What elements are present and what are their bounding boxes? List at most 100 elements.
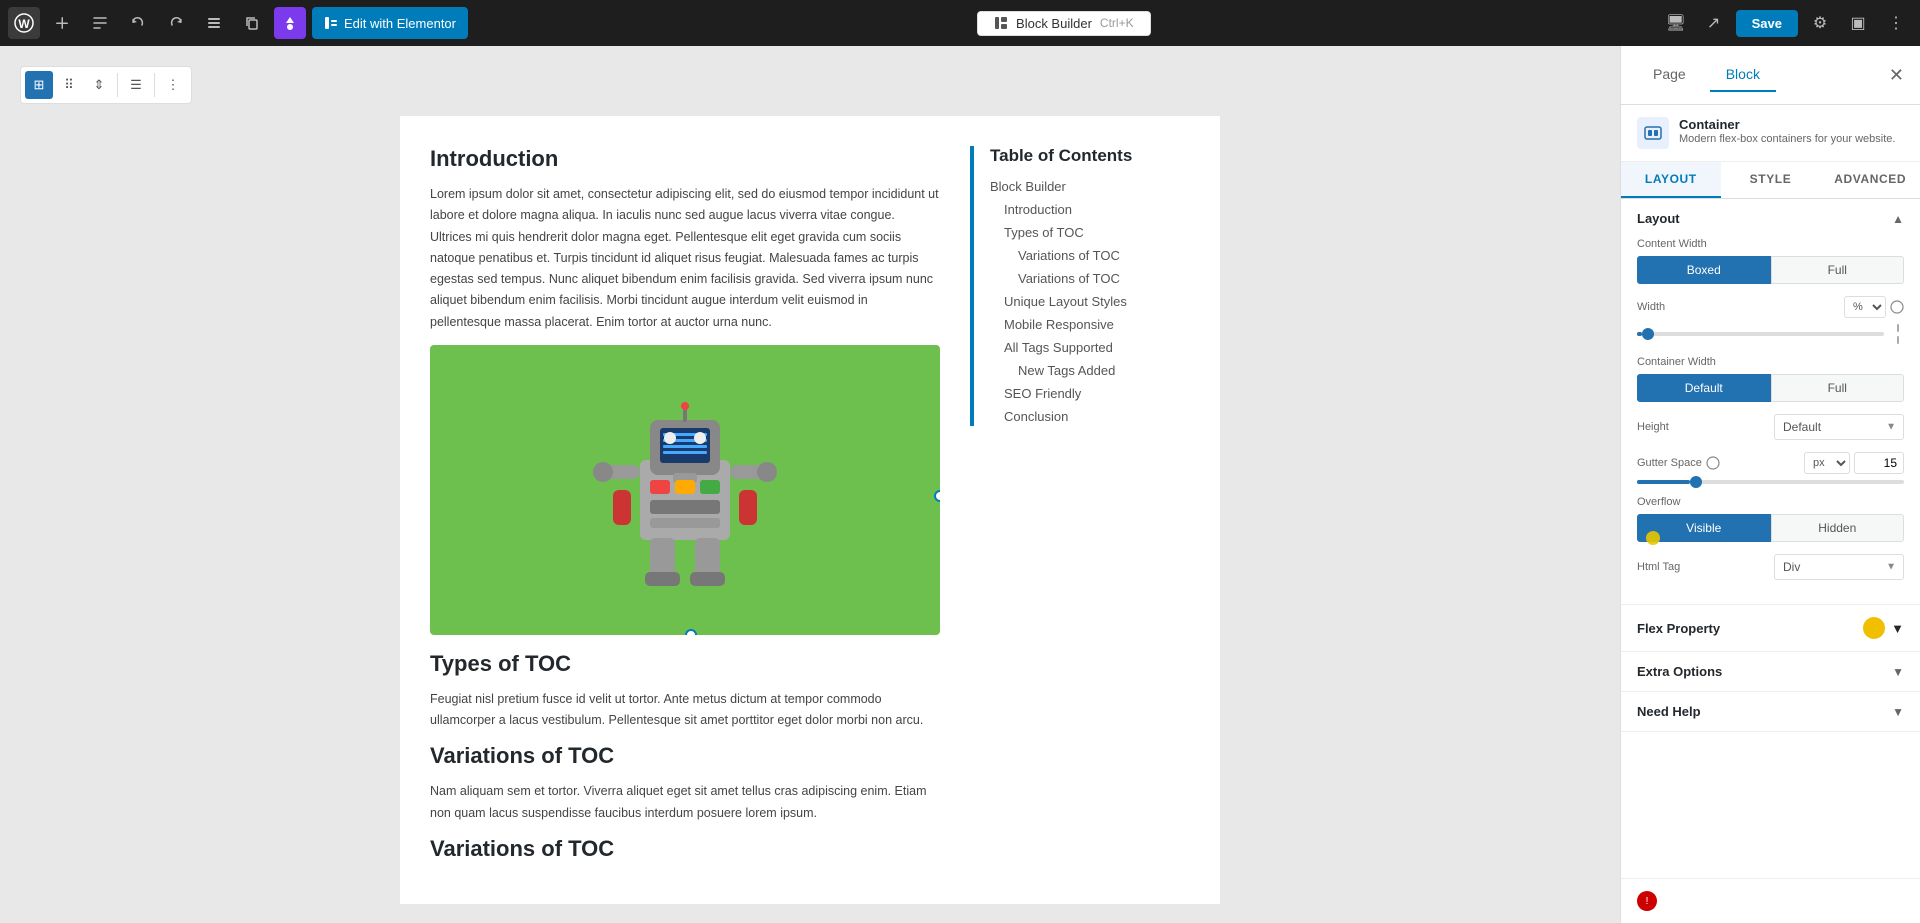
resize-handle-bottom[interactable] <box>685 629 697 635</box>
external-link-button[interactable]: ↗ <box>1698 7 1730 39</box>
purple-plugin-button[interactable] <box>274 7 306 39</box>
tab-advanced[interactable]: ADVANCED <box>1820 162 1920 198</box>
toc-link-types[interactable]: Types of TOC <box>1004 225 1084 240</box>
gutter-row: Gutter Space pxem <box>1637 452 1904 484</box>
list-view-button[interactable] <box>198 7 230 39</box>
grid-view-button[interactable]: ⊞ <box>25 71 53 99</box>
resize-handle-right[interactable] <box>934 490 940 502</box>
container-info: Container Modern flex-box containers for… <box>1621 105 1920 162</box>
panel-close-button[interactable]: ✕ <box>1889 65 1904 86</box>
flex-chevron: ▼ <box>1891 621 1904 636</box>
add-block-button[interactable] <box>46 7 78 39</box>
redo-button[interactable] <box>160 7 192 39</box>
need-help-header[interactable]: Need Help ▼ <box>1621 692 1920 731</box>
toc-column: Table of Contents Block Builder Introduc… <box>970 146 1190 874</box>
edit-with-elementor-button[interactable]: Edit with Elementor <box>312 7 468 39</box>
save-button[interactable]: Save <box>1736 10 1798 37</box>
flex-property-label: Flex Property <box>1637 621 1720 636</box>
gutter-input-group: pxem <box>1804 452 1904 474</box>
extra-options-chevron: ▼ <box>1892 665 1904 679</box>
tab-layout[interactable]: LAYOUT <box>1621 162 1721 198</box>
gutter-value-input[interactable] <box>1854 452 1904 474</box>
content-width-label: Content Width <box>1637 238 1904 250</box>
tab-style[interactable]: STYLE <box>1721 162 1821 198</box>
html-tag-select-wrapper: DivSectionArticle <box>1774 554 1904 580</box>
visible-button[interactable]: Visible <box>1637 514 1771 542</box>
toc-link-unique[interactable]: Unique Layout Styles <box>1004 294 1127 309</box>
height-label: Height <box>1637 421 1669 433</box>
toc-link-new-tags[interactable]: New Tags Added <box>1018 363 1115 378</box>
width-slider[interactable] <box>1637 332 1884 336</box>
toolbar-center: Block Builder Ctrl+K <box>474 11 1654 36</box>
width-slider-thumb[interactable] <box>1642 328 1654 340</box>
gutter-label: Gutter Space <box>1637 457 1702 469</box>
container-text: Container Modern flex-box containers for… <box>1679 117 1895 147</box>
html-tag-select[interactable]: DivSectionArticle <box>1774 554 1904 580</box>
panel-toggle-button[interactable]: ▣ <box>1842 7 1874 39</box>
content-wrapper: Introduction Lorem ipsum dolor sit amet,… <box>400 116 1220 904</box>
overflow-label: Overflow <box>1637 496 1904 508</box>
list-item: Types of TOC <box>990 224 1190 242</box>
block-tab[interactable]: Block <box>1710 58 1776 92</box>
toc-link-mobile[interactable]: Mobile Responsive <box>1004 317 1114 332</box>
tools-button[interactable] <box>84 7 116 39</box>
layout-section-header[interactable]: Layout ▲ <box>1621 199 1920 238</box>
two-column-layout: Introduction Lorem ipsum dolor sit amet,… <box>430 146 1190 874</box>
resize-button[interactable]: ⇕ <box>85 71 113 99</box>
boxed-button[interactable]: Boxed <box>1637 256 1771 284</box>
width-row: Width %px <box>1637 296 1904 344</box>
full-button[interactable]: Full <box>1771 256 1905 284</box>
variations-heading: Variations of TOC <box>430 743 940 769</box>
list-item: SEO Friendly <box>990 385 1190 403</box>
intro-text: Lorem ipsum dolor sit amet, consectetur … <box>430 184 940 333</box>
gutter-slider[interactable] <box>1637 480 1904 484</box>
full-button-2[interactable]: Full <box>1771 374 1905 402</box>
gutter-slider-thumb[interactable] <box>1690 476 1702 488</box>
toc-link-variations2[interactable]: Variations of TOC <box>1018 271 1120 286</box>
container-desc: Modern flex-box containers for your webs… <box>1679 132 1895 147</box>
toc-link-block-builder[interactable]: Block Builder <box>990 179 1066 194</box>
content-width-group: Boxed Full <box>1637 256 1904 284</box>
default-button[interactable]: Default <box>1637 374 1771 402</box>
move-button[interactable]: ⠿ <box>55 71 83 99</box>
panel-footer: ! <box>1621 878 1920 923</box>
height-select[interactable]: DefaultMin Height <box>1774 414 1904 440</box>
more-block-options-button[interactable]: ⋮ <box>159 71 187 99</box>
variations2-heading: Variations of TOC <box>430 836 940 862</box>
align-button[interactable]: ☰ <box>122 71 150 99</box>
settings-button[interactable]: ⚙ <box>1804 7 1836 39</box>
hidden-button[interactable]: Hidden <box>1771 514 1905 542</box>
container-title: Container <box>1679 117 1895 132</box>
panel-header: Page Block ✕ <box>1621 46 1920 105</box>
width-unit-select[interactable]: %px <box>1844 296 1886 318</box>
list-item: All Tags Supported <box>990 339 1190 357</box>
block-builder-pill: Block Builder Ctrl+K <box>977 11 1151 36</box>
overflow-row: Overflow Visible Hidden <box>1637 496 1904 542</box>
list-item: Conclusion <box>990 408 1190 426</box>
flex-property-controls: ▼ <box>1855 617 1904 639</box>
toc-link-variations1[interactable]: Variations of TOC <box>1018 248 1120 263</box>
more-options-button[interactable]: ⋮ <box>1880 7 1912 39</box>
desktop-view-button[interactable]: 🖥 <box>1660 7 1692 39</box>
flex-property-row[interactable]: Flex Property ▼ <box>1621 605 1920 652</box>
block-toolbar: ⊞ ⠿ ⇕ ☰ ⋮ <box>20 66 192 104</box>
right-panel: Page Block ✕ Container Modern flex-box c… <box>1620 46 1920 923</box>
top-toolbar: W Edit with Elementor Block Builder Ctrl… <box>0 0 1920 46</box>
height-select-wrapper: DefaultMin Height <box>1774 414 1904 440</box>
toc-link-seo[interactable]: SEO Friendly <box>1004 386 1081 401</box>
need-help-section: Need Help ▼ <box>1621 692 1920 732</box>
toc-link-all-tags[interactable]: All Tags Supported <box>1004 340 1113 355</box>
toolbar-divider <box>117 73 118 97</box>
cursor-dot <box>1646 531 1660 545</box>
toc-link-intro[interactable]: Introduction <box>1004 202 1072 217</box>
container-width-group: Default Full <box>1637 374 1904 402</box>
extra-options-header[interactable]: Extra Options ▼ <box>1621 652 1920 691</box>
page-tab[interactable]: Page <box>1637 58 1702 92</box>
toc-list: Block Builder Introduction Types of TOC … <box>990 178 1190 426</box>
wp-logo: W <box>8 7 40 39</box>
undo-button[interactable] <box>122 7 154 39</box>
copy-button[interactable] <box>236 7 268 39</box>
gutter-unit-select[interactable]: pxem <box>1804 452 1850 474</box>
toc-link-conclusion[interactable]: Conclusion <box>1004 409 1068 424</box>
list-item: Block Builder <box>990 178 1190 196</box>
